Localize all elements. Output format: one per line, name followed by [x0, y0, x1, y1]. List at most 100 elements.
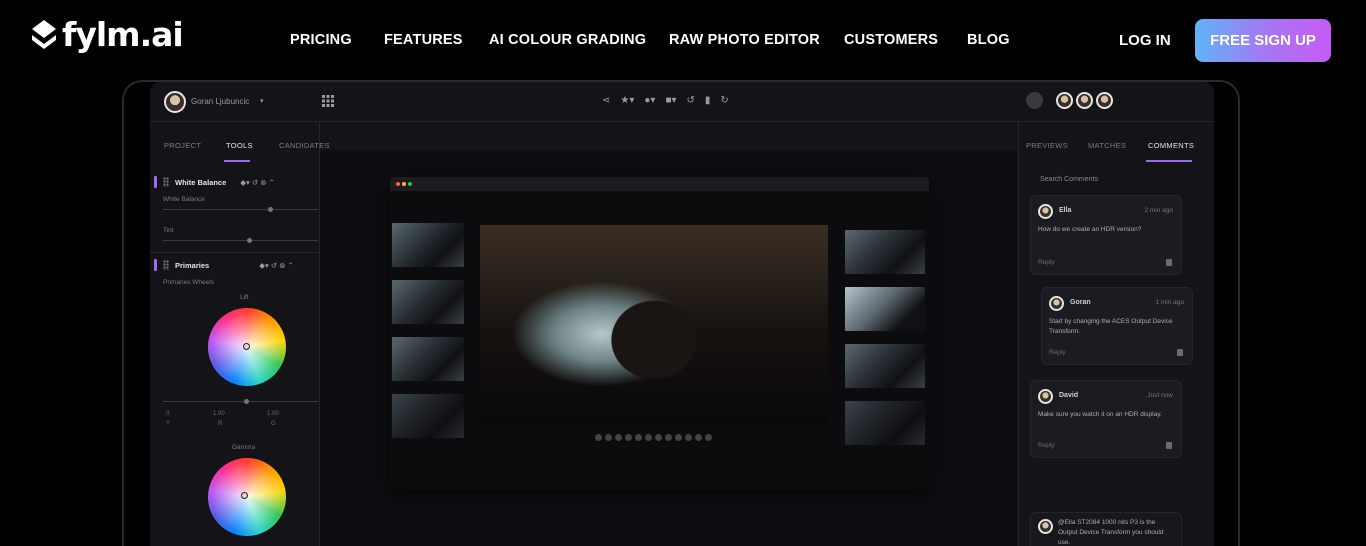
trash-icon: ▮	[704, 95, 711, 106]
tab-indicator	[224, 160, 250, 162]
preview-thumbnail	[845, 344, 925, 388]
commenter-avatar	[1049, 296, 1064, 311]
login-link[interactable]: LOG IN	[1119, 32, 1171, 49]
nav-customers[interactable]: CUSTOMERS	[844, 32, 938, 48]
trash-icon	[1166, 259, 1172, 266]
nested-app-preview	[390, 177, 929, 489]
trash-icon	[1166, 442, 1172, 449]
tab-tools: TOOLS	[226, 141, 253, 150]
reset-icon: ↺	[686, 95, 695, 106]
commenter-avatar	[1038, 519, 1053, 534]
star-icon: ★▾	[620, 95, 635, 106]
logo-icon	[32, 20, 56, 49]
user-avatar	[164, 91, 186, 113]
tab-comments: COMMENTS	[1148, 141, 1195, 150]
toolbar-icons: ⋖ ★▾ ●▾ ■▾ ↺ ▮ ↻	[602, 95, 729, 106]
channel-r: R	[218, 421, 223, 427]
white-balance-title: White Balance	[175, 177, 227, 187]
logo[interactable]: fylm.ai	[30, 15, 184, 54]
commenter-name: David	[1059, 392, 1079, 399]
wheel-handle	[241, 492, 248, 499]
main-photo	[480, 225, 828, 423]
primaries-title: Primaries	[175, 260, 210, 270]
commenter-name: Ella	[1059, 207, 1072, 214]
lift-label: Lift	[240, 294, 249, 301]
slider-knob	[268, 207, 273, 212]
primaries-mode: Primaries Wheels	[163, 279, 214, 286]
gamma-label: Gamma	[232, 444, 256, 451]
primaries-header: Primaries ◆▾ ↺ ⊗ ⌃	[154, 259, 294, 271]
preview-thumbnail	[845, 287, 925, 331]
tint-slider	[163, 240, 318, 241]
collaborator-avatar	[1076, 92, 1093, 109]
reply-link: Reply	[1049, 349, 1066, 356]
refresh-icon: ↻	[720, 95, 729, 106]
comment-card: Goran 1 min ago Start by changing the AC…	[1041, 287, 1193, 365]
lift-value-g: 1.00	[267, 411, 279, 417]
app-toolbar: Goran Ljubuncic ▾ ⋖ ★▾ ●▾ ■▾ ↺ ▮ ↻	[150, 82, 1214, 122]
channel-y: Y	[166, 421, 171, 427]
reply-link: Reply	[1038, 442, 1055, 449]
search-comments: Search Comments	[1040, 176, 1098, 183]
people-icon	[1026, 92, 1043, 109]
tab-project: PROJECT	[164, 141, 202, 150]
lift-value-y: 0	[166, 411, 170, 417]
white-balance-slider	[163, 209, 318, 210]
nav-raw-photo-editor[interactable]: RAW PHOTO EDITOR	[669, 32, 820, 48]
tab-matches: MATCHES	[1088, 141, 1127, 150]
collaborator-avatar	[1056, 92, 1073, 109]
commenter-avatar	[1038, 389, 1053, 404]
collaborators	[1026, 92, 1113, 109]
nav-blog[interactable]: BLOG	[967, 32, 1010, 48]
app-screenshot: Goran Ljubuncic ▾ ⋖ ★▾ ●▾ ■▾ ↺ ▮ ↻ PROJE…	[150, 82, 1214, 546]
free-signup-button[interactable]: FREE SIGN UP	[1195, 19, 1331, 62]
nav-pricing[interactable]: PRICING	[290, 32, 352, 48]
nav-ai-colour-grading[interactable]: AI COLOUR GRADING	[489, 32, 646, 48]
thumbnail	[392, 394, 464, 438]
chevron-down-icon: ▾	[260, 98, 264, 105]
mini-controls	[595, 434, 712, 441]
logo-text: fylm.ai	[62, 15, 184, 54]
collaborator-avatar	[1096, 92, 1113, 109]
slider-knob	[247, 238, 252, 243]
mini-toolbar	[390, 177, 929, 191]
slider-knob	[244, 399, 249, 404]
white-balance-label: White Balance	[163, 196, 205, 203]
trash-icon	[1177, 349, 1183, 356]
commenter-name: Goran	[1070, 299, 1091, 306]
nav-features[interactable]: FEATURES	[384, 32, 463, 48]
camera-icon: ■▾	[665, 95, 677, 106]
lift-value-r: 1.00	[213, 411, 225, 417]
preview-thumbnail	[845, 401, 925, 445]
comment-card: David Just now Make sure you watch it on…	[1030, 380, 1182, 458]
thumbnail	[392, 337, 464, 381]
white-balance-header: White Balance ◆▾ ↺ ⊗ ⌃	[154, 176, 275, 188]
preview-thumbnail	[845, 230, 925, 274]
comment-card: Ella 2 min ago How do we create an HDR v…	[1030, 195, 1182, 275]
tab-indicator	[1146, 160, 1192, 162]
grid-icon	[322, 95, 334, 107]
comment-draft: @Ella ST2084 1000 nits P3 is the Output …	[1030, 512, 1182, 546]
lift-master-slider	[163, 401, 318, 402]
user-name: Goran Ljubuncic	[191, 97, 250, 106]
site-header: fylm.ai PRICING FEATURES AI COLOUR GRADI…	[0, 0, 1366, 80]
divider	[150, 252, 320, 253]
thumbnail	[392, 280, 464, 324]
share-icon: ⋖	[602, 95, 611, 106]
wheel-handle	[243, 343, 250, 350]
comment-time: 2 min ago	[1144, 207, 1173, 214]
tab-candidates: CANDIDATES	[279, 141, 330, 150]
tab-previews: PREVIEWS	[1026, 141, 1068, 150]
comment-text: Make sure you watch it on an HDR display…	[1038, 411, 1162, 418]
tint-label: Tint	[163, 227, 174, 234]
comment-text: Start by changing the ACES Output Device…	[1049, 318, 1173, 335]
comment-time: 1 min ago	[1155, 299, 1184, 306]
thumbnail	[392, 223, 464, 267]
draft-text: @Ella ST2084 1000 nits P3 is the Output …	[1058, 519, 1164, 546]
channel-g: G	[271, 421, 276, 427]
comment-text: How do we create an HDR version?	[1038, 226, 1142, 233]
color-label-icon: ●▾	[644, 95, 656, 106]
reply-link: Reply	[1038, 259, 1055, 266]
comment-time: Just now	[1147, 392, 1173, 399]
commenter-avatar	[1038, 204, 1053, 219]
